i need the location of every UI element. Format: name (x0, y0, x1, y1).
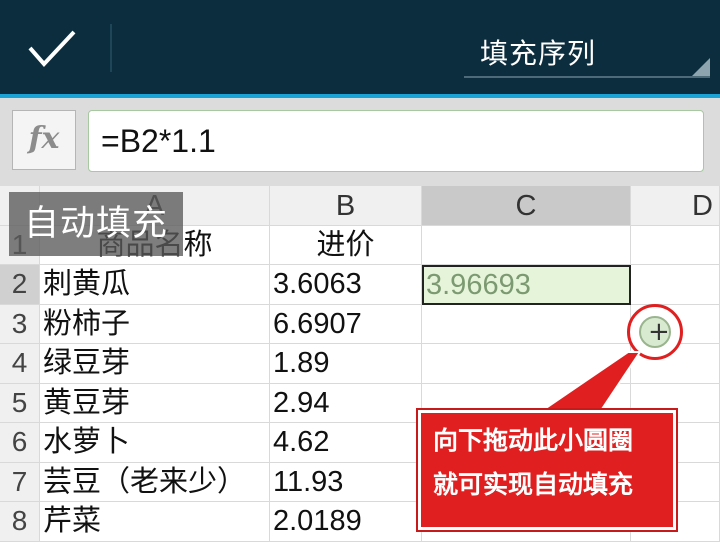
fill-handle-inner: + (639, 316, 671, 348)
formula-input[interactable]: =B2*1.1 (88, 110, 704, 172)
cell-b2[interactable]: 3.6063 (270, 265, 422, 305)
cell-c3[interactable] (422, 305, 631, 344)
instruction-callout: 向下拖动此小圆圈 就可实现自动填充 (418, 410, 676, 530)
cell-c4[interactable] (422, 344, 631, 384)
row-header[interactable]: 7 (0, 463, 40, 502)
cell-a6[interactable]: 水萝卜 (40, 423, 270, 463)
cell-d1[interactable] (631, 226, 720, 265)
row-header[interactable]: 4 (0, 344, 40, 384)
fill-mode-label: 填充序列 (480, 37, 597, 70)
cell-b4[interactable]: 1.89 (270, 344, 422, 384)
toolbar-divider (110, 24, 112, 72)
fill-handle[interactable]: + (627, 304, 683, 360)
cell-d2[interactable] (631, 265, 720, 305)
cell-b3[interactable]: 6.6907 (270, 305, 422, 344)
check-icon[interactable] (26, 26, 78, 70)
cell-a5[interactable]: 黄豆芽 (40, 384, 270, 423)
cell-b6[interactable]: 4.62 (270, 423, 422, 463)
row-header[interactable]: 6 (0, 423, 40, 463)
formula-bar: fx =B2*1.1 (0, 98, 720, 186)
cell-a4[interactable]: 绿豆芽 (40, 344, 270, 384)
row-header[interactable]: 5 (0, 384, 40, 423)
top-toolbar: 填充序列 (0, 0, 720, 94)
cell-a2[interactable]: 刺黄瓜 (40, 265, 270, 305)
row-header[interactable]: 3 (0, 305, 40, 344)
cell-b8[interactable]: 2.0189 (270, 502, 422, 542)
callout-line-1: 向下拖动此小圆圈 (433, 426, 634, 455)
row-header[interactable]: 2 (0, 265, 40, 305)
plus-icon: + (648, 317, 670, 347)
callout-line-2: 就可实现自动填充 (433, 470, 634, 499)
selected-cell-c2[interactable]: 3.96693 (422, 265, 631, 305)
column-header-c[interactable]: C (422, 186, 631, 226)
cell-b1[interactable]: 进价 (270, 226, 422, 265)
column-header-d[interactable]: D (631, 186, 720, 226)
fill-mode-dropdown[interactable]: 填充序列 (464, 30, 710, 78)
cell-a8[interactable]: 芹菜 (40, 502, 270, 542)
fx-button[interactable]: fx (12, 110, 76, 170)
cell-b5[interactable]: 2.94 (270, 384, 422, 423)
cell-a7[interactable]: 芸豆（老来少） (40, 463, 270, 502)
autofill-title-label: 自动填充 (9, 192, 183, 256)
cell-a3[interactable]: 粉柿子 (40, 305, 270, 344)
column-header-b[interactable]: B (270, 186, 422, 226)
cell-b7[interactable]: 11.93 (270, 463, 422, 502)
row-header[interactable]: 8 (0, 502, 40, 542)
cell-c1[interactable] (422, 226, 631, 265)
dropdown-triangle-icon (692, 58, 710, 76)
